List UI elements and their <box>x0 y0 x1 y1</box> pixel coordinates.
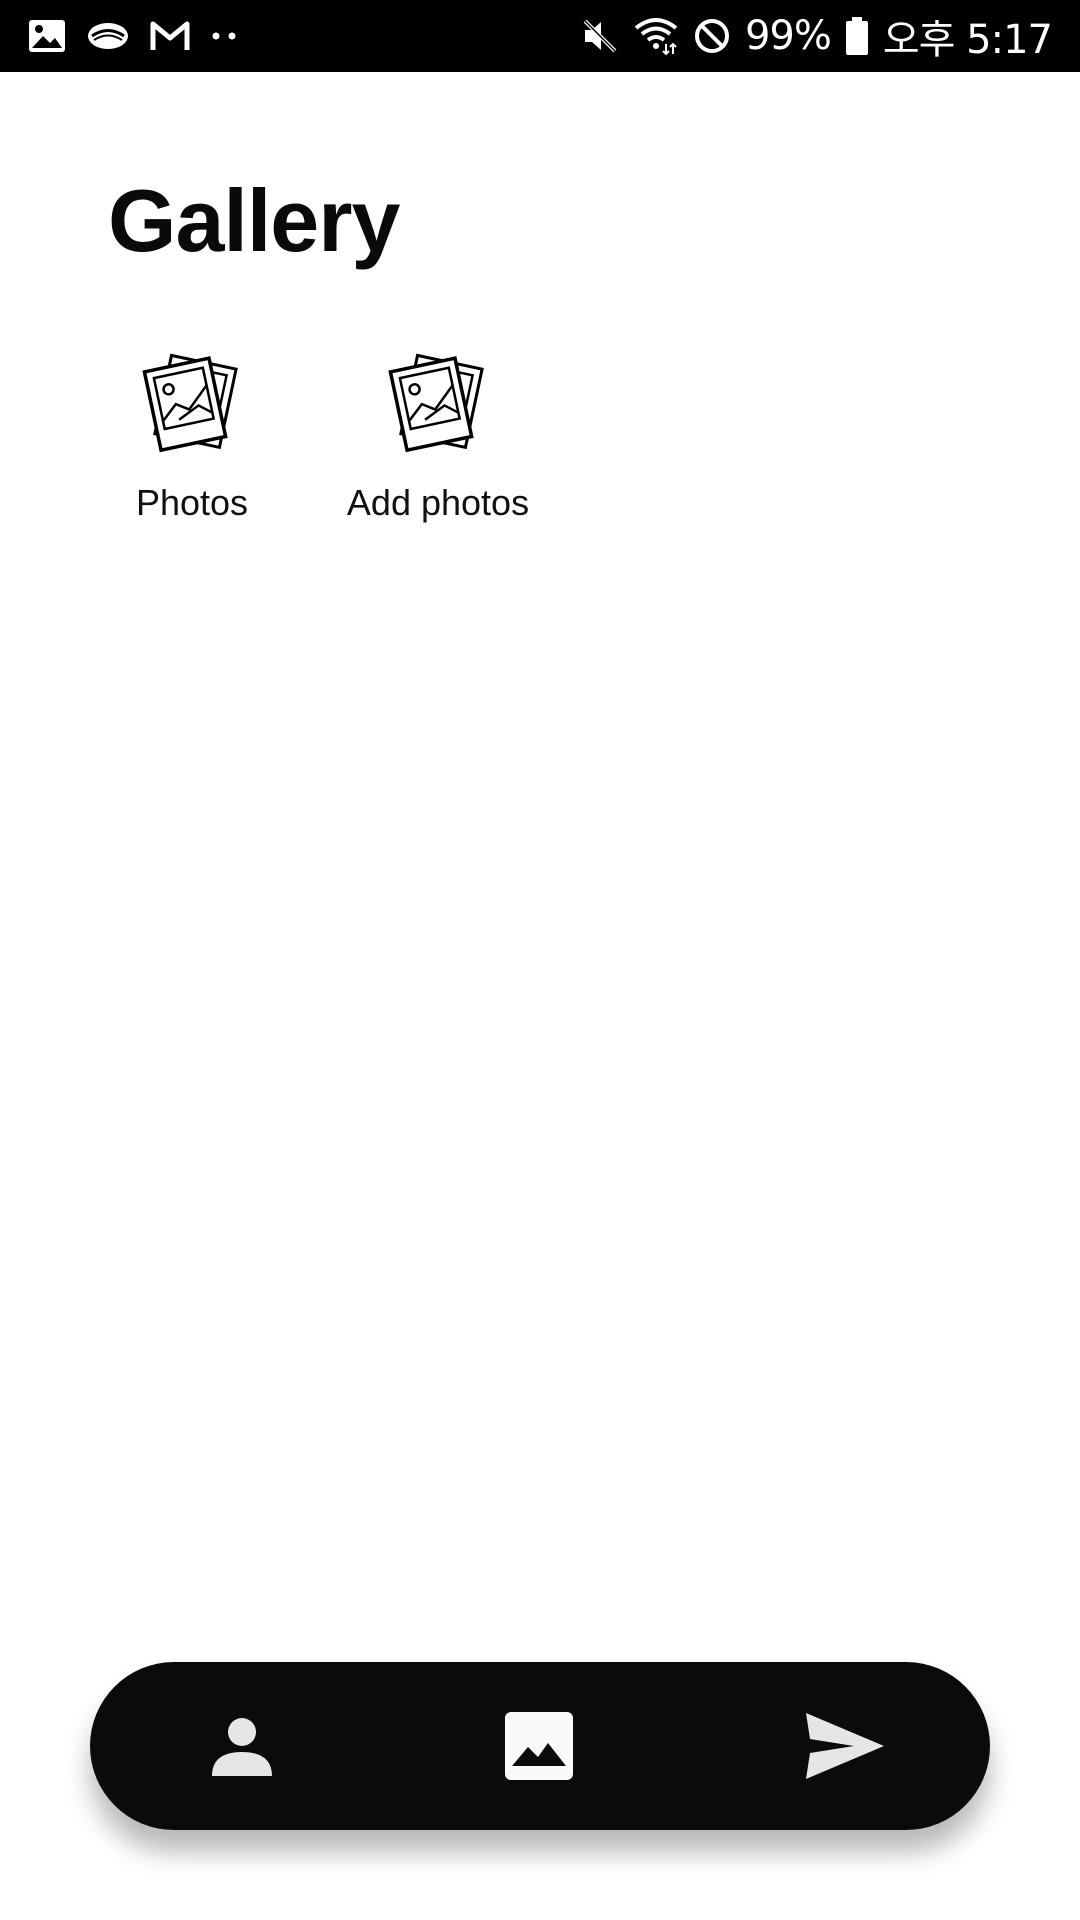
gallery-item-photos[interactable]: Photos <box>112 352 272 524</box>
status-bar: 99% 오후 5:17 <box>0 0 1080 72</box>
photo-stack-icon <box>142 353 238 453</box>
do-not-disturb-icon <box>693 17 731 55</box>
nav-profile-button[interactable] <box>210 1714 274 1778</box>
more-dots-icon <box>210 30 238 42</box>
gallery-item-add-photos[interactable]: Add photos <box>338 352 538 524</box>
gallery-item-label: Photos <box>135 482 249 523</box>
battery-percent: 99% <box>744 13 832 59</box>
mute-icon <box>581 17 619 55</box>
nav-send-button[interactable] <box>804 1711 886 1781</box>
photo-stack-icon <box>388 353 484 453</box>
status-bar-right: 99% 오후 5:17 <box>567 7 1053 65</box>
cloud-app-icon <box>86 19 130 53</box>
status-bar-left <box>28 19 258 53</box>
gallery-grid: Photos Add photos <box>112 352 604 524</box>
gmail-icon <box>150 20 190 52</box>
send-icon <box>806 1713 884 1779</box>
gallery-notification-icon <box>28 19 66 53</box>
page-title: Gallery <box>108 171 400 270</box>
gallery-item-label: Add photos <box>346 482 530 523</box>
person-icon <box>212 1718 272 1776</box>
clock: 오후 5:17 <box>882 17 1053 63</box>
wifi-icon <box>633 16 679 56</box>
gallery-screen: 99% 오후 5:17 Gallery Photos Add photos <box>0 0 1080 1920</box>
bottom-nav <box>90 1662 990 1830</box>
image-icon <box>505 1712 573 1780</box>
battery-icon <box>845 16 869 56</box>
nav-gallery-button[interactable] <box>504 1711 574 1781</box>
